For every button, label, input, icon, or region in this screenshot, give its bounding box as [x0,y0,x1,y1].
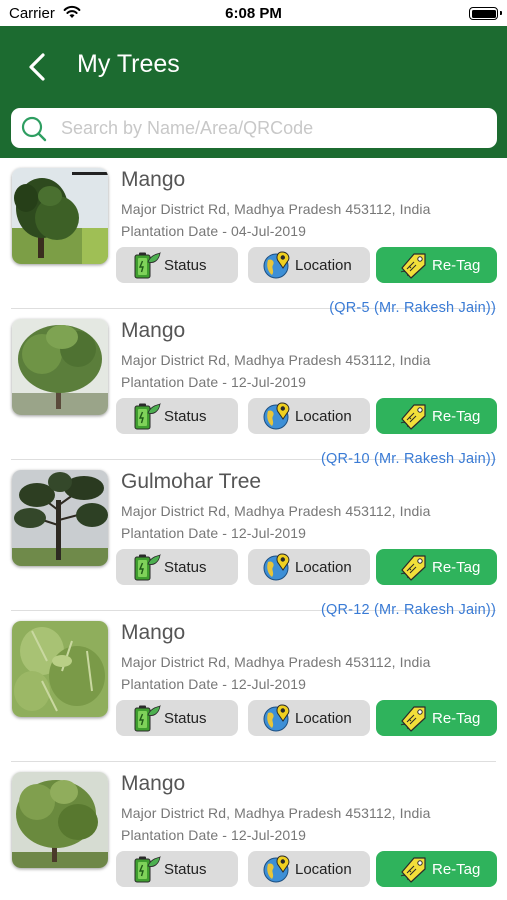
status-button[interactable]: Status [116,851,238,887]
tree-name: Mango [121,772,186,795]
tree-photo[interactable] [12,319,108,415]
location-button-label: Location [295,709,352,727]
location-button-label: Location [295,558,352,576]
tree-address: Major District Rd, Madhya Pradesh 453112… [121,805,431,821]
qr-link[interactable]: (QR-10 (Mr. Rakesh Jain)) [321,451,496,467]
status-button[interactable]: Status [116,398,238,434]
globe-pin-icon [262,703,292,733]
status-button-label: Status [164,709,207,727]
status-bar: Carrier 6:08 PM [0,0,507,26]
retag-button[interactable]: Re-Tag [376,700,497,736]
tree-card: (QR-12 (Mr. Rakesh Jain)) Mango Major Di… [0,602,507,762]
location-button[interactable]: Location [248,398,370,434]
retag-button-label: Re-Tag [432,256,481,274]
status-button[interactable]: Status [116,247,238,283]
tree-photo[interactable] [12,470,108,566]
qr-link[interactable]: (QR-5 (Mr. Rakesh Jain)) [329,300,496,316]
retag-button[interactable]: Re-Tag [376,247,497,283]
tree-address: Major District Rd, Madhya Pradesh 453112… [121,352,431,368]
location-button[interactable]: Location [248,700,370,736]
battery-leaf-icon [132,401,162,431]
tree-card: (QR-5 (Mr. Rakesh Jain)) Mango Major Dis… [0,300,507,460]
globe-pin-icon [262,250,292,280]
location-button[interactable]: Location [248,851,370,887]
retag-button-label: Re-Tag [432,709,481,727]
retag-button-label: Re-Tag [432,860,481,878]
tag-icon [398,250,428,280]
status-button-label: Status [164,407,207,425]
globe-pin-icon [262,552,292,582]
tree-name: Mango [121,319,186,342]
retag-button-label: Re-Tag [432,407,481,425]
location-button[interactable]: Location [248,247,370,283]
location-button[interactable]: Location [248,549,370,585]
search-input[interactable] [61,113,481,143]
battery-leaf-icon [132,703,162,733]
tag-icon [398,552,428,582]
tag-icon [398,401,428,431]
retag-button[interactable]: Re-Tag [376,398,497,434]
tree-address: Major District Rd, Madhya Pradesh 453112… [121,201,431,217]
tree-photo[interactable] [12,621,108,717]
nav-header: My Trees [0,26,507,158]
status-button-label: Status [164,256,207,274]
retag-button[interactable]: Re-Tag [376,851,497,887]
qr-link[interactable]: (QR-12 (Mr. Rakesh Jain)) [321,602,496,618]
retag-button-label: Re-Tag [432,558,481,576]
tag-icon [398,854,428,884]
status-button[interactable]: Status [116,700,238,736]
tree-address: Major District Rd, Madhya Pradesh 453112… [121,654,431,670]
status-button-label: Status [164,558,207,576]
tree-address: Major District Rd, Madhya Pradesh 453112… [121,503,431,519]
tree-name: Mango [121,168,186,191]
tree-card: Mango Major District Rd, Madhya Pradesh … [0,158,507,309]
tree-card: Mango Major District Rd, Madhya Pradesh … [0,762,507,900]
battery-leaf-icon [132,250,162,280]
tree-photo[interactable] [12,168,108,264]
tag-icon [398,703,428,733]
location-button-label: Location [295,407,352,425]
plantation-date: Plantation Date - 12-Jul-2019 [121,525,307,541]
globe-pin-icon [262,854,292,884]
location-button-label: Location [295,860,352,878]
tree-name: Gulmohar Tree [121,470,262,493]
retag-button[interactable]: Re-Tag [376,549,497,585]
plantation-date: Plantation Date - 12-Jul-2019 [121,374,307,390]
plantation-date: Plantation Date - 12-Jul-2019 [121,676,307,692]
battery-leaf-icon [132,552,162,582]
page-title: My Trees [77,50,180,78]
globe-pin-icon [262,401,292,431]
search-icon [21,116,47,142]
clock: 6:08 PM [225,5,282,22]
battery-icon [469,7,502,20]
tree-name: Mango [121,621,186,644]
search-bar [11,108,497,148]
chevron-left-icon[interactable] [22,50,56,84]
tree-photo[interactable] [12,772,108,868]
battery-leaf-icon [132,854,162,884]
plantation-date: Plantation Date - 04-Jul-2019 [121,223,307,239]
tree-card: (QR-10 (Mr. Rakesh Jain)) Gulmohar Tree … [0,451,507,611]
status-button[interactable]: Status [116,549,238,585]
location-button-label: Location [295,256,352,274]
plantation-date: Plantation Date - 12-Jul-2019 [121,827,307,843]
status-button-label: Status [164,860,207,878]
tree-list: Mango Major District Rd, Madhya Pradesh … [0,158,507,900]
